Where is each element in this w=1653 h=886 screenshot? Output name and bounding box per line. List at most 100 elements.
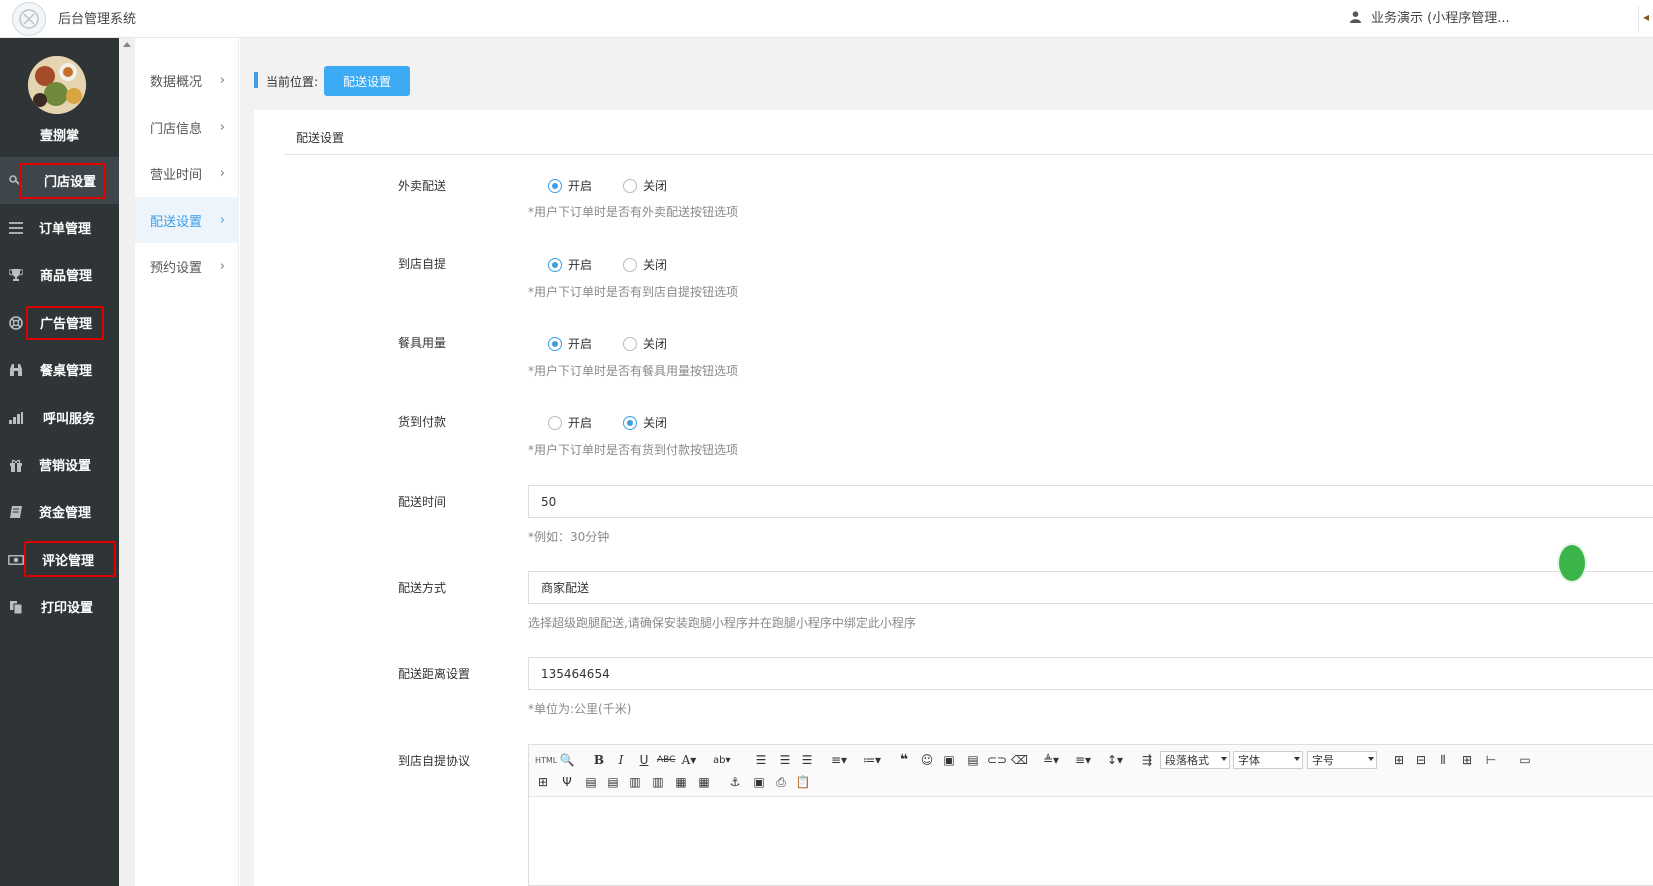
- font-color-icon[interactable]: A▾: [681, 751, 697, 769]
- sidebar-item-products[interactable]: 商品管理: [0, 251, 119, 298]
- delivery-time-label: 配送时间: [398, 495, 447, 509]
- trophy-icon: [8, 267, 24, 283]
- sidebar-item-tables[interactable]: 餐桌管理: [0, 346, 119, 393]
- link-icon[interactable]: ⊂⊃: [987, 751, 1007, 769]
- delivery-time-input[interactable]: 50: [528, 485, 1653, 518]
- anchor-icon[interactable]: ⚓: [727, 773, 743, 791]
- panel-title: 配送设置: [296, 131, 345, 145]
- table-settings-icon[interactable]: Ψ: [559, 773, 575, 791]
- scroll-up-icon[interactable]: [123, 42, 131, 47]
- sidebar-item-funds[interactable]: 资金管理: [0, 488, 119, 535]
- sidebar-item-print[interactable]: 打印设置: [0, 583, 119, 630]
- delivery-method-select[interactable]: 商家配送: [528, 571, 1653, 604]
- radio-label: 开启: [568, 337, 593, 351]
- highlight-color-icon[interactable]: ab▾: [713, 751, 731, 769]
- cod-on-radio[interactable]: 开启: [548, 414, 592, 431]
- delivery-method-hint: 选择超级跑腿配送,请确保安装跑腿小程序并在跑腿小程序中绑定此小程序: [528, 616, 916, 630]
- pickup-on-radio[interactable]: 开启: [548, 256, 592, 273]
- row-after-icon[interactable]: ▤: [605, 773, 621, 791]
- sidebar-item-label: 订单管理: [39, 222, 92, 237]
- pickup-off-radio[interactable]: 关闭: [623, 256, 667, 273]
- subnav-item-label: 营业时间: [150, 167, 203, 183]
- takeout-on-radio[interactable]: 开启: [548, 177, 592, 194]
- select-label: 字号: [1312, 754, 1334, 767]
- column-after-icon[interactable]: ▥: [650, 773, 666, 791]
- align-left-icon[interactable]: ☰: [753, 751, 769, 769]
- sidebar-item-call-service[interactable]: 呼叫服务: [0, 394, 119, 441]
- split-cells-icon[interactable]: ⊢: [1483, 751, 1499, 769]
- collapse-arrow-icon[interactable]: ◂: [1638, 6, 1653, 32]
- copy-icon: [8, 599, 24, 615]
- text-direction-icon[interactable]: ⇶: [1139, 751, 1155, 769]
- book-icon: [8, 504, 24, 520]
- sidebar-item-marketing[interactable]: 营销设置: [0, 441, 119, 488]
- radio-label: 关闭: [643, 258, 668, 272]
- chevron-right-icon: ›: [219, 165, 225, 181]
- takeout-label: 外卖配送: [398, 179, 447, 193]
- blockquote-icon[interactable]: ❝: [896, 751, 912, 769]
- subnav-item-label: 预约设置: [150, 260, 203, 276]
- row-before-icon[interactable]: ▤: [583, 773, 599, 791]
- paste-icon[interactable]: 📋: [795, 773, 811, 791]
- subnav-item-store-info[interactable]: 门店信息 ›: [135, 104, 239, 150]
- radio-label: 开启: [568, 179, 593, 193]
- user-menu[interactable]: 业务演示 (小程序管理...: [1350, 7, 1510, 26]
- delete-table-icon[interactable]: ⊞: [535, 773, 551, 791]
- chevron-right-icon: ›: [219, 119, 225, 135]
- subnav-item-delivery-settings[interactable]: 配送设置 ›: [135, 197, 239, 243]
- paragraph-format-select[interactable]: 段落格式: [1160, 751, 1230, 769]
- unordered-list-icon[interactable]: ≔▾: [863, 751, 881, 769]
- paragraph-spacing-icon[interactable]: ≡▾: [1075, 751, 1091, 769]
- radio-label: 开启: [568, 258, 593, 272]
- align-center-icon[interactable]: ☰: [777, 751, 793, 769]
- sidebar-scrollbar[interactable]: [119, 38, 135, 886]
- floating-service-button[interactable]: [1557, 543, 1587, 583]
- subnav-item-reservation-settings[interactable]: 预约设置 ›: [135, 243, 239, 289]
- merge-cells-icon[interactable]: ⊟: [1413, 751, 1429, 769]
- fullscreen-icon[interactable]: ▭: [1517, 751, 1533, 769]
- bold-icon[interactable]: B: [591, 751, 607, 769]
- sidebar-item-orders[interactable]: 订单管理: [0, 204, 119, 251]
- eraser-icon[interactable]: ⌫: [1011, 751, 1028, 769]
- cod-off-radio[interactable]: 关闭: [623, 414, 667, 431]
- insert-column-icon[interactable]: ⫴: [1435, 751, 1451, 769]
- italic-icon[interactable]: I: [613, 751, 629, 769]
- subnav-item-data-overview[interactable]: 数据概况 ›: [135, 57, 239, 103]
- rich-text-editor[interactable]: HTML 🔍 B I U ABC A▾ ab▾ ☰ ☰ ☰ ≡▾ ≔▾ ❝ ☺ …: [528, 744, 1653, 886]
- html-source-button[interactable]: HTML: [535, 751, 557, 769]
- breadcrumb-label: 当前位置:: [266, 75, 319, 89]
- text-indent-icon[interactable]: ≜▾: [1043, 751, 1059, 769]
- sidebar-item-label: 资金管理: [39, 506, 92, 521]
- preview-icon[interactable]: 🔍: [559, 751, 575, 769]
- highlight-box: [19, 163, 106, 199]
- subnav-item-business-hours[interactable]: 营业时间 ›: [135, 150, 239, 196]
- insert-row-icon[interactable]: ⊞: [1459, 751, 1475, 769]
- breadcrumb-current[interactable]: 配送设置: [324, 66, 410, 96]
- strikethrough-icon[interactable]: ABC: [657, 751, 675, 769]
- takeout-off-radio[interactable]: 关闭: [623, 177, 667, 194]
- image-icon[interactable]: ▣: [941, 751, 957, 769]
- video-icon[interactable]: ▤: [965, 751, 981, 769]
- cod-hint: *用户下订单时是否有货到付款按钮选项: [528, 443, 739, 457]
- delivery-distance-input[interactable]: 135464654: [528, 657, 1653, 690]
- emoji-icon[interactable]: ☺: [919, 751, 935, 769]
- column-before-icon[interactable]: ▥: [627, 773, 643, 791]
- tableware-on-radio[interactable]: 开启: [548, 335, 592, 352]
- attachment-icon[interactable]: ▣: [751, 773, 767, 791]
- line-height-icon[interactable]: ↕▾: [1107, 751, 1123, 769]
- subnav-item-label: 门店信息: [150, 121, 203, 137]
- lifebuoy-icon: [8, 315, 24, 331]
- ordered-list-icon[interactable]: ≡▾: [831, 751, 847, 769]
- delete-row-icon[interactable]: ▦: [673, 773, 689, 791]
- tableware-off-radio[interactable]: 关闭: [623, 335, 667, 352]
- binoculars-icon: [8, 362, 24, 378]
- font-family-select[interactable]: 字体: [1233, 751, 1303, 769]
- font-size-select[interactable]: 字号: [1307, 751, 1377, 769]
- gift-icon: [8, 457, 24, 473]
- avatar: [28, 56, 86, 114]
- print-icon[interactable]: ⎙: [773, 773, 789, 791]
- table-icon[interactable]: ⊞: [1391, 751, 1407, 769]
- align-right-icon[interactable]: ☰: [799, 751, 815, 769]
- underline-icon[interactable]: U: [636, 751, 652, 769]
- delete-column-icon[interactable]: ▦: [696, 773, 712, 791]
